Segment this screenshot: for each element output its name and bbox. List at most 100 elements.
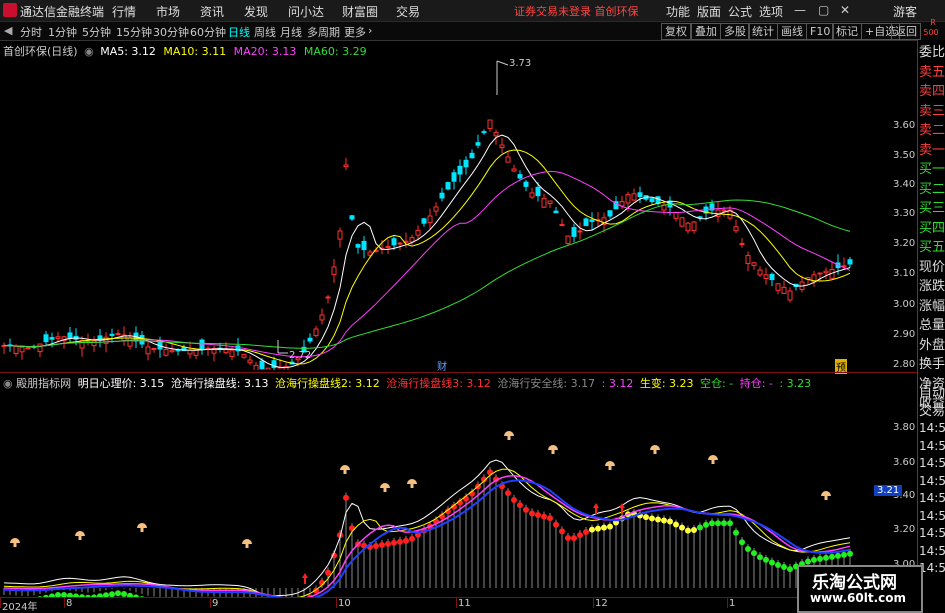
fuquan-button[interactable]: 复权 <box>661 23 691 40</box>
menu-zixun[interactable]: 资讯 <box>200 3 224 20</box>
minimize-icon[interactable]: — <box>794 3 806 17</box>
menu-xuanxiang[interactable]: 选项 <box>759 3 783 20</box>
side-panel-item[interactable]: 买三 <box>919 200 945 218</box>
menu-hangqing[interactable]: 行情 <box>112 3 136 20</box>
candle-body <box>362 241 366 249</box>
period-fenshi[interactable]: 分时 <box>20 24 42 40</box>
candle-body <box>788 291 792 300</box>
period-30min[interactable]: 30分钟 <box>153 24 189 40</box>
period-15min[interactable]: 15分钟 <box>116 24 152 40</box>
ribbon-dot <box>757 554 763 560</box>
side-panel-item[interactable]: 买二 <box>919 181 945 199</box>
indicator-chart[interactable] <box>0 388 917 598</box>
side-panel-item[interactable]: 买四 <box>919 220 945 238</box>
collapse-icon[interactable]: ◀ <box>4 24 12 37</box>
candle-body <box>224 350 228 353</box>
ribbon-dot <box>115 590 121 596</box>
candle-body <box>722 210 726 211</box>
tongji-button[interactable]: 统计 <box>748 23 778 40</box>
period-more[interactable]: 更多 <box>344 24 366 40</box>
side-panel-auto-trade[interactable]: 交易 <box>919 403 945 421</box>
maximize-icon[interactable]: ▢ <box>818 3 829 17</box>
side-panel-item[interactable]: 卖三 <box>919 103 945 121</box>
period-60min[interactable]: 60分钟 <box>190 24 226 40</box>
period-multi[interactable]: 多周期 <box>307 24 340 40</box>
menu-gongshi[interactable]: 公式 <box>728 3 752 20</box>
ribbon-dot <box>349 525 355 531</box>
mushroom-marker-icon <box>504 431 514 436</box>
side-panel-item[interactable]: 卖一 <box>919 142 945 160</box>
candle-body <box>770 274 774 279</box>
price-tick-label: 3.50 <box>893 150 915 161</box>
mushroom-marker-icon <box>654 450 657 454</box>
side-panel-item[interactable]: 外盘 <box>919 337 945 355</box>
mushroom-marker-icon <box>821 491 831 496</box>
period-monthly[interactable]: 月线 <box>280 24 302 40</box>
ribbon-dot <box>373 543 379 549</box>
menu-caifuquan[interactable]: 财富圈 <box>342 3 378 20</box>
side-panel-item[interactable]: 卖四 <box>919 83 945 101</box>
side-panel-item[interactable]: 买一 <box>919 161 945 179</box>
candle-body <box>536 187 540 195</box>
side-panel-time: 14:56 <box>919 544 945 558</box>
login-notice[interactable]: 证券交易未登录 首创环保 <box>514 3 639 19</box>
ribbon-dot <box>781 564 787 570</box>
candlestick-chart[interactable] <box>0 55 917 370</box>
finance-marker[interactable]: 财 <box>437 358 447 373</box>
buy-arrow-icon <box>593 503 599 514</box>
period-daily[interactable]: 日线 <box>228 24 250 40</box>
period-1min[interactable]: 1分钟 <box>48 24 77 40</box>
chevron-right-icon[interactable]: › <box>368 24 372 37</box>
mushroom-marker-icon <box>411 484 414 488</box>
side-panel-auto-trade[interactable]: 自动 <box>919 385 945 403</box>
candle-body <box>752 263 756 266</box>
guest-label[interactable]: 游客 <box>893 3 917 20</box>
menu-gongneng[interactable]: 功能 <box>666 3 690 20</box>
close-icon[interactable]: ✕ <box>840 3 850 17</box>
diejia-button[interactable]: 叠加 <box>691 23 721 40</box>
period-weekly[interactable]: 周线 <box>254 24 276 40</box>
candle-body <box>266 368 270 370</box>
ribbon-dot <box>763 557 769 563</box>
price-tick-label: 3.10 <box>893 268 915 279</box>
ribbon-dot <box>541 514 547 520</box>
biaoji-button[interactable]: 标记 <box>832 23 862 40</box>
menu-faxian[interactable]: 发现 <box>244 3 268 20</box>
side-panel-item[interactable]: 买五 <box>919 239 945 257</box>
menu-banmian[interactable]: 版面 <box>697 3 721 20</box>
side-panel-item[interactable]: 卖五 <box>919 64 945 82</box>
huaxian-button[interactable]: 画线 <box>777 23 807 40</box>
ribbon-dot <box>817 556 823 562</box>
f10-button[interactable]: F10 <box>806 23 834 40</box>
duogu-button[interactable]: 多股 <box>720 23 750 40</box>
candle-body <box>512 169 516 171</box>
side-panel-item[interactable]: 换手 <box>919 356 945 374</box>
back-button[interactable]: 返回 <box>891 23 921 40</box>
candle-body <box>446 183 450 189</box>
side-panel-item[interactable]: 涨跌 <box>919 278 945 296</box>
ribbon-dot <box>787 566 793 572</box>
candle-body <box>20 347 24 352</box>
ribbon-dot <box>679 525 685 531</box>
candle-body <box>116 334 120 335</box>
candle-body <box>530 193 534 197</box>
side-panel-item[interactable]: 涨幅 <box>919 298 945 316</box>
side-panel-item[interactable]: 委比 <box>919 44 945 62</box>
date-tick <box>336 598 337 608</box>
side-panel-time: 14:56 <box>919 491 945 505</box>
menu-wenxiaoda[interactable]: 问小达 <box>288 3 324 20</box>
candle-body <box>98 336 102 339</box>
menu-jiaoyi[interactable]: 交易 <box>396 3 420 20</box>
side-panel-item[interactable]: 总量 <box>919 317 945 335</box>
side-panel-item[interactable]: 卖二 <box>919 122 945 140</box>
ribbon-dot <box>553 522 559 528</box>
indicator-tick-label: 3.80 <box>893 422 915 433</box>
mushroom-marker-icon <box>712 460 715 464</box>
price-tick-label: 2.80 <box>893 359 915 370</box>
period-5min[interactable]: 5分钟 <box>82 24 111 40</box>
side-panel-item[interactable]: 现价 <box>919 259 945 277</box>
ribbon-dot <box>703 522 709 528</box>
menu-shichang[interactable]: 市场 <box>156 3 180 20</box>
candle-body <box>308 338 312 341</box>
candle-body <box>656 197 660 204</box>
